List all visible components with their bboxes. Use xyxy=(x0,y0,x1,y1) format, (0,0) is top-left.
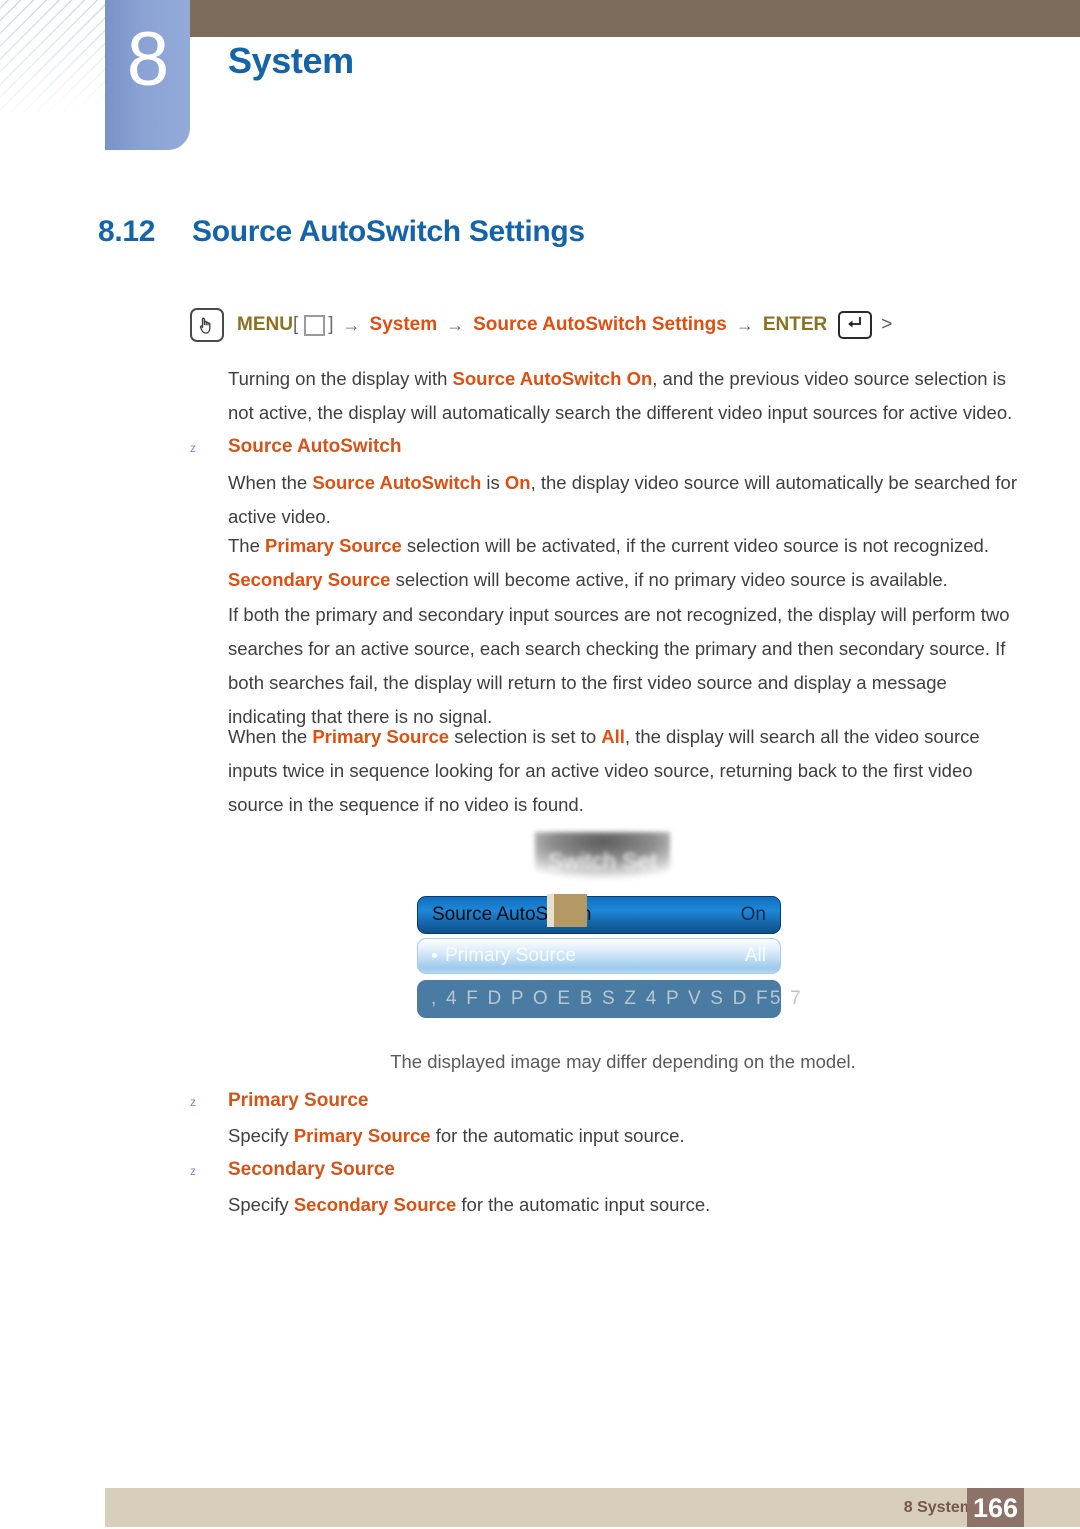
p3-t2: selection will become active, if no prim… xyxy=(390,569,948,590)
paragraph-both-sources-not-recognized: If both the primary and secondary input … xyxy=(228,598,1018,734)
footer-chapter-label: 8 System xyxy=(903,1499,974,1516)
section-number: 8.12 xyxy=(98,215,156,248)
bullet-marker-2: z xyxy=(190,1095,196,1109)
menu-path-breadcrumb: MENU [ ] → System → Source AutoSwitch Se… xyxy=(190,308,893,342)
osd-row-3-label: , 4 F D P O E B S Z 4 P V S D F xyxy=(431,988,770,1009)
intro-highlight: Source AutoSwitch On xyxy=(452,368,653,389)
bullet-marker-1: z xyxy=(190,441,196,455)
osd-row-primary-source[interactable]: Primary Source All xyxy=(417,938,781,974)
osd-row-2-label: Primary Source xyxy=(432,945,576,967)
bullet-dot-icon xyxy=(432,953,437,958)
p3-h1: Secondary Source xyxy=(228,569,391,590)
bullet-marker-3: z xyxy=(190,1164,196,1178)
bullet-heading-source-autoswitch: Source AutoSwitch xyxy=(228,436,402,457)
paragraph-specify-secondary-source: Specify Secondary Source for the automat… xyxy=(228,1188,1018,1222)
paragraph-primary-source-all: When the Primary Source selection is set… xyxy=(228,720,1018,822)
chevron-right-icon: > xyxy=(881,314,893,335)
p1-h1: Source AutoSwitch xyxy=(312,472,482,493)
b2-h1: Primary Source xyxy=(293,1125,431,1146)
b2-t2: for the automatic input source. xyxy=(430,1125,685,1146)
b2-t1: Specify xyxy=(228,1125,294,1146)
p5-h2: All xyxy=(601,726,625,747)
p5-t2: selection is set to xyxy=(449,726,602,747)
p5-h1: Primary Source xyxy=(312,726,450,747)
p2-h1: Primary Source xyxy=(265,535,402,556)
osd-row-3-value: 5 7 xyxy=(769,988,803,1009)
osd-caption: The displayed image may differ depending… xyxy=(390,1051,856,1072)
osd-row-2-label-text: Primary Source xyxy=(445,945,576,966)
arrow-icon-1: → xyxy=(342,314,361,335)
chapter-number: 8 xyxy=(126,17,169,102)
enter-key-icon xyxy=(838,311,873,339)
osd-row-source-autoswitch[interactable]: Source AutoSwitch On xyxy=(417,896,781,934)
p2-t1: The xyxy=(228,535,266,556)
intro-text-1: Turning on the display with xyxy=(228,368,453,389)
p5-t1: When the xyxy=(228,726,313,747)
chapter-title: System xyxy=(228,40,354,81)
p2-t2: selection will be activated, if the curr… xyxy=(401,535,989,556)
bullet-heading-secondary-source: Secondary Source xyxy=(228,1159,395,1180)
b3-t1: Specify xyxy=(228,1194,294,1215)
osd-render-glitch-block xyxy=(547,894,587,927)
p1-h2: On xyxy=(504,472,531,493)
intro-paragraph: Turning on the display with Source AutoS… xyxy=(228,362,1018,430)
hand-press-icon xyxy=(190,308,224,342)
bracket-open: [ xyxy=(292,314,299,335)
osd-row-secondary-source[interactable]: , 4 F D P O E B S Z 4 P V S D F 5 7 xyxy=(417,980,801,1018)
b3-t2: for the automatic input source. xyxy=(456,1194,711,1215)
b3-h1: Secondary Source xyxy=(293,1194,457,1215)
osd-row-2-value: All xyxy=(744,945,766,966)
osd-blurred-title: Switch Set xyxy=(535,832,670,887)
header-brown-bar xyxy=(190,0,1080,37)
menu-node-source-autoswitch-settings: Source AutoSwitch Settings xyxy=(473,314,727,335)
square-button-icon xyxy=(304,314,326,336)
arrow-icon-3: → xyxy=(735,314,754,335)
paragraph-primary-source-activated: The Primary Source selection will be act… xyxy=(228,529,1018,563)
paragraph-secondary-source-active: Secondary Source selection will become a… xyxy=(228,563,1018,597)
p4-t1: If both the primary and secondary input … xyxy=(228,604,1010,727)
arrow-icon-2: → xyxy=(446,314,465,335)
section-title: Source AutoSwitch Settings xyxy=(192,215,585,248)
bullet-heading-primary-source: Primary Source xyxy=(228,1090,369,1111)
page-header: 8 System xyxy=(0,0,1080,160)
osd-row-1-value: On xyxy=(740,904,766,925)
osd-screenshot: Switch Set Source AutoSwitch On Primary … xyxy=(417,832,801,1024)
p1-t2: is xyxy=(481,472,505,493)
menu-node-system: System xyxy=(369,314,438,335)
footer-page-number: 166 xyxy=(967,1488,1024,1527)
enter-label: ENTER xyxy=(762,314,828,335)
paragraph-autoswitch-on: When the Source AutoSwitch is On, the di… xyxy=(228,466,1018,534)
p1-t1: When the xyxy=(228,472,313,493)
section-heading: 8.12 Source AutoSwitch Settings xyxy=(98,215,585,249)
paragraph-specify-primary-source: Specify Primary Source for the automatic… xyxy=(228,1119,1018,1153)
menu-label: MENU xyxy=(237,314,293,335)
